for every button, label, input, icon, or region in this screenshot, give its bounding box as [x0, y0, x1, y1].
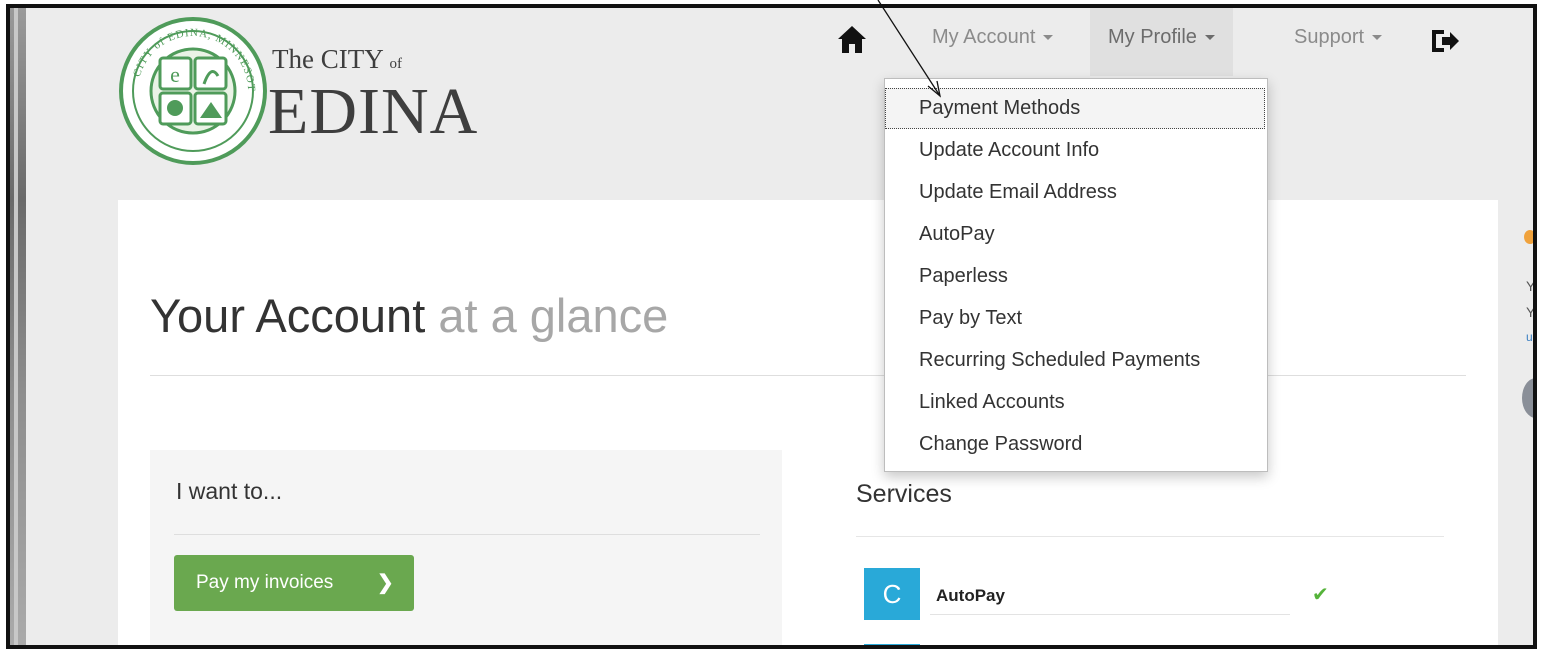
my-profile-dropdown: Payment Methods Update Account Info Upda… — [884, 78, 1268, 472]
menu-item-payment-methods[interactable]: Payment Methods — [919, 97, 1080, 120]
service-row-autopay[interactable]: C AutoPay ✔ — [864, 568, 1329, 645]
nav-my-profile[interactable]: My Profile — [1090, 8, 1233, 76]
menu-item-change-password[interactable]: Change Password — [919, 433, 1082, 456]
menu-item-paperless[interactable]: Paperless — [919, 265, 1008, 288]
menu-item-pay-by-text[interactable]: Pay by Text — [919, 307, 1022, 330]
menu-item-recurring-scheduled-payments[interactable]: Recurring Scheduled Payments — [919, 349, 1200, 372]
chevron-right-icon: ❯ — [377, 572, 394, 594]
refresh-icon: C — [864, 568, 920, 620]
chevron-down-icon — [1372, 35, 1383, 41]
page-title-light: at a glance — [438, 289, 669, 342]
page-title-strong: Your Account — [150, 289, 426, 342]
sidebar-text: Y — [1526, 304, 1536, 320]
sidebar-link[interactable]: u — [1526, 330, 1533, 344]
service-icon — [864, 644, 920, 645]
avatar[interactable] — [1522, 378, 1533, 418]
account-panel: Your Account at a glance I want to... Pa… — [118, 200, 1498, 645]
divider — [930, 614, 1290, 615]
window-left-edge — [10, 8, 26, 645]
nav-support[interactable]: Support — [1276, 8, 1400, 76]
chevron-down-icon — [1204, 35, 1215, 41]
menu-item-update-account-info[interactable]: Update Account Info — [919, 139, 1099, 162]
page-title: Your Account at a glance — [150, 288, 668, 343]
sidebar-text: Y — [1526, 278, 1536, 294]
divider — [174, 534, 760, 535]
divider — [856, 536, 1444, 537]
chevron-down-icon — [1043, 35, 1054, 41]
service-label: AutoPay — [936, 586, 1005, 605]
sign-out-icon[interactable] — [1428, 26, 1462, 56]
alert-icon — [1524, 230, 1533, 244]
menu-item-autopay[interactable]: AutoPay — [919, 223, 995, 246]
browser-frame: e CITY of EDINA, MINNESOTA The CITY of E… — [6, 4, 1537, 649]
home-icon[interactable] — [836, 22, 868, 58]
nav-my-account[interactable]: My Account — [914, 8, 1071, 76]
right-sidebar-fragment: Y Y u — [1510, 8, 1536, 645]
nav-my-account-label: My Account — [932, 26, 1036, 48]
menu-item-linked-accounts[interactable]: Linked Accounts — [919, 391, 1065, 414]
brand-the-city: The CITY — [272, 44, 383, 74]
pay-invoices-button[interactable]: Pay my invoices ❯ — [174, 555, 414, 611]
services-title: Services — [856, 480, 952, 508]
i-want-to-title: I want to... — [176, 478, 283, 504]
i-want-to-card: I want to... Pay my invoices ❯ — [150, 450, 782, 645]
brand-name: EDINA — [268, 75, 479, 148]
nav-my-profile-label: My Profile — [1108, 26, 1197, 48]
city-seal-logo[interactable]: e CITY of EDINA, MINNESOTA — [116, 14, 271, 169]
pay-invoices-label: Pay my invoices — [196, 572, 334, 593]
menu-item-update-email-address[interactable]: Update Email Address — [919, 181, 1117, 204]
divider — [150, 375, 1466, 376]
brand-of: of — [389, 56, 402, 72]
nav-support-label: Support — [1294, 26, 1365, 48]
svg-text:e: e — [170, 62, 180, 87]
check-icon: ✔ — [1312, 584, 1329, 606]
